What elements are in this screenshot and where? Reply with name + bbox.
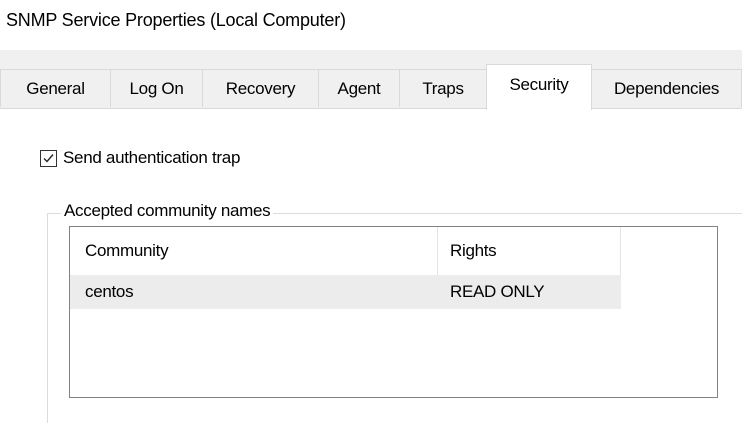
tab-security[interactable]: Security: [486, 64, 592, 110]
checkmark-icon: [43, 153, 54, 163]
send-auth-trap-row[interactable]: Send authentication trap: [40, 148, 240, 168]
community-list[interactable]: Community Rights centos READ ONLY: [69, 226, 718, 398]
window-title: SNMP Service Properties (Local Computer): [6, 10, 346, 30]
tab-general[interactable]: General: [0, 69, 111, 107]
rights-cell: READ ONLY: [450, 282, 545, 301]
tab-recovery[interactable]: Recovery: [202, 69, 319, 107]
send-auth-trap-checkbox[interactable]: [40, 149, 57, 167]
tab-agent[interactable]: Agent: [318, 69, 400, 107]
accepted-community-label: Accepted community names: [61, 201, 274, 221]
community-list-header: Community Rights: [70, 227, 621, 275]
column-header-rights[interactable]: Rights: [438, 227, 621, 275]
tab-traps[interactable]: Traps: [399, 69, 487, 107]
table-row[interactable]: centos READ ONLY: [70, 275, 621, 309]
community-cell: centos: [85, 282, 134, 301]
column-header-community[interactable]: Community: [70, 227, 438, 275]
send-auth-trap-label: Send authentication trap: [63, 148, 241, 167]
tab-dependencies[interactable]: Dependencies: [591, 69, 742, 107]
tab-log-on[interactable]: Log On: [110, 69, 203, 107]
